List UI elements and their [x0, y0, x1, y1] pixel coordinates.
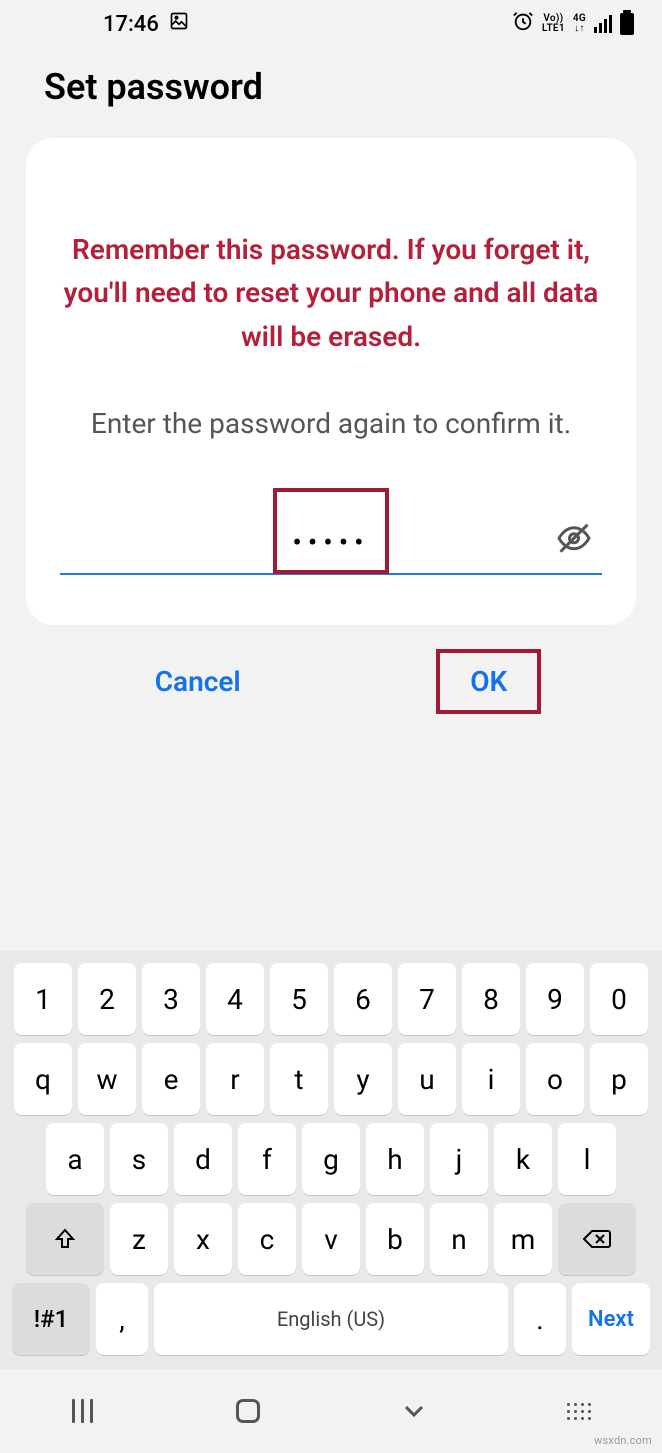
key-i[interactable]: i [462, 1043, 520, 1115]
key-b[interactable]: b [366, 1203, 424, 1275]
status-bar: 17:46 Vo)) LTE1 4G ↓↑ [0, 0, 662, 46]
toggle-visibility-button[interactable] [552, 516, 596, 560]
grid-icon [567, 1403, 591, 1420]
instruction-text: Enter the password again to confirm it. [60, 402, 602, 445]
key-k[interactable]: k [494, 1123, 552, 1195]
password-input-row [60, 506, 602, 575]
keyboard-row-bottom: !#1 , English (US) . Next [4, 1279, 658, 1359]
password-input[interactable] [60, 506, 602, 575]
key-m[interactable]: m [494, 1203, 552, 1275]
shift-icon [53, 1227, 77, 1251]
nav-keyboard-switch[interactable] [559, 1391, 599, 1431]
key-c[interactable]: c [238, 1203, 296, 1275]
key-z[interactable]: z [110, 1203, 168, 1275]
status-right: Vo)) LTE1 4G ↓↑ [512, 10, 634, 38]
key-l[interactable]: l [558, 1123, 616, 1195]
warning-text: Remember this password. If you forget it… [60, 228, 602, 358]
key-u[interactable]: u [398, 1043, 456, 1115]
key-comma[interactable]: , [96, 1283, 148, 1355]
key-a[interactable]: a [46, 1123, 104, 1195]
status-time: 17:46 [103, 12, 159, 37]
key-g[interactable]: g [302, 1123, 360, 1195]
signal-icon [594, 15, 612, 33]
ok-button[interactable]: OK [450, 655, 527, 708]
key-6[interactable]: 6 [334, 963, 392, 1035]
nav-recents[interactable] [63, 1391, 103, 1431]
key-4[interactable]: 4 [206, 963, 264, 1035]
volte-indicator: Vo)) LTE1 [542, 14, 565, 34]
key-t[interactable]: t [270, 1043, 328, 1115]
backspace-icon [582, 1227, 612, 1251]
key-q[interactable]: q [14, 1043, 72, 1115]
key-period[interactable]: . [514, 1283, 566, 1355]
key-p[interactable]: p [590, 1043, 648, 1115]
key-n[interactable]: n [430, 1203, 488, 1275]
key-backspace[interactable] [558, 1203, 636, 1275]
key-r[interactable]: r [206, 1043, 264, 1115]
key-w[interactable]: w [78, 1043, 136, 1115]
alarm-icon [512, 10, 534, 38]
key-y[interactable]: y [334, 1043, 392, 1115]
key-2[interactable]: 2 [78, 963, 136, 1035]
nav-home[interactable] [228, 1391, 268, 1431]
navigation-bar [0, 1369, 662, 1453]
action-row: Cancel OK [0, 625, 662, 728]
chevron-down-icon [402, 1399, 426, 1423]
key-3[interactable]: 3 [142, 963, 200, 1035]
key-f[interactable]: f [238, 1123, 296, 1195]
picture-icon [169, 11, 189, 37]
key-7[interactable]: 7 [398, 963, 456, 1035]
keyboard-row-numbers: 1 2 3 4 5 6 7 8 9 0 [4, 959, 658, 1039]
nav-back[interactable] [394, 1391, 434, 1431]
key-space[interactable]: English (US) [154, 1283, 508, 1355]
password-card: Remember this password. If you forget it… [26, 138, 636, 625]
home-icon [236, 1399, 260, 1423]
key-8[interactable]: 8 [462, 963, 520, 1035]
key-9[interactable]: 9 [526, 963, 584, 1035]
key-h[interactable]: h [366, 1123, 424, 1195]
status-left: 17:46 [28, 11, 189, 37]
battery-icon [620, 13, 634, 35]
key-d[interactable]: d [174, 1123, 232, 1195]
page-title: Set password [0, 46, 662, 138]
eye-off-icon [556, 520, 592, 556]
key-1[interactable]: 1 [14, 963, 72, 1035]
cancel-button[interactable]: Cancel [135, 655, 261, 708]
key-next[interactable]: Next [572, 1283, 650, 1355]
keyboard-row-z: z x c v b n m [4, 1199, 658, 1279]
key-0[interactable]: 0 [590, 963, 648, 1035]
keyboard: 1 2 3 4 5 6 7 8 9 0 q w e r t y u i o p … [0, 951, 662, 1369]
recents-icon [72, 1399, 93, 1423]
keyboard-row-q: q w e r t y u i o p [4, 1039, 658, 1119]
network-indicator: 4G ↓↑ [573, 14, 586, 34]
key-v[interactable]: v [302, 1203, 360, 1275]
key-j[interactable]: j [430, 1123, 488, 1195]
key-symbols[interactable]: !#1 [12, 1283, 90, 1355]
key-x[interactable]: x [174, 1203, 232, 1275]
key-e[interactable]: e [142, 1043, 200, 1115]
watermark: wsxdn.com [594, 1434, 652, 1447]
key-shift[interactable] [26, 1203, 104, 1275]
key-5[interactable]: 5 [270, 963, 328, 1035]
key-s[interactable]: s [110, 1123, 168, 1195]
keyboard-row-a: a s d f g h j k l [4, 1119, 658, 1199]
key-o[interactable]: o [526, 1043, 584, 1115]
